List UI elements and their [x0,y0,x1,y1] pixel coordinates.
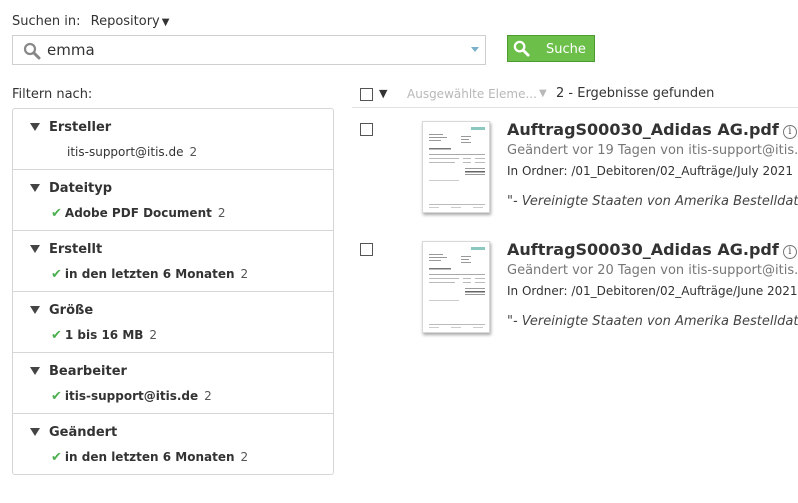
filter-option-count: 2 [240,267,249,281]
filter-group-title[interactable]: Erstellt [49,242,102,257]
filter-group-title[interactable]: Dateityp [49,181,112,196]
pdf-preview-icon [423,122,489,212]
filter-group-bearbeiter: Bearbeiter ✔ itis-support@itis.de 2 [13,353,333,414]
filter-group-erstellt: Erstellt ✔ in den letzten 6 Monaten 2 [13,231,333,292]
filter-option[interactable]: ✔ Adobe PDF Document 2 [51,206,226,221]
filter-group-ersteller: Ersteller itis-support@itis.de 2 [13,109,333,170]
filter-option[interactable]: ✔ in den letzten 6 Monaten 2 [51,450,248,465]
search-icon [513,40,530,57]
filter-panel: Ersteller itis-support@itis.de 2 Dateityp… [12,108,334,475]
result-title-text: AuftragS00030_Adidas AG.pdf [507,120,779,139]
filter-group-title[interactable]: Geändert [49,425,117,440]
triangle-down-icon[interactable] [30,428,40,436]
triangle-down-icon[interactable] [30,123,40,131]
result-item: AuftragS00030_Adidas AG.pdf i Geändert vo… [352,120,798,220]
checkmark-icon: ✔ [51,328,62,343]
search-button-label: Suche [546,42,586,57]
filter-option[interactable]: itis-support@itis.de 2 [67,145,197,159]
filter-option-count: 2 [204,389,212,403]
result-folder: In Ordner: /01_Debitoren/02_Aufträge/Jul… [507,164,794,178]
document-thumbnail[interactable] [422,121,490,213]
filter-option-label: itis-support@itis.de [64,389,199,403]
result-count: 2 - Ergebnisse gefunden [556,86,715,101]
filter-group-title[interactable]: Bearbeiter [49,364,127,379]
filter-option[interactable]: ✔ in den letzten 6 Monaten 2 [51,267,248,282]
filter-group-title[interactable]: Größe [49,303,93,318]
result-modified: Geändert vor 19 Tagen von itis-support@i… [507,143,798,158]
info-icon[interactable]: i [782,125,797,139]
checkmark-icon: ✔ [51,267,62,282]
results-toolbar: ▼ Ausgewählte Eleme... ▼ 2 - Ergebnisse … [352,86,798,108]
result-folder: In Ordner: /01_Debitoren/02_Aufträge/Jun… [507,284,798,298]
info-icon[interactable]: i [782,245,797,259]
filter-option-count: 2 [149,328,158,342]
search-scope: Suchen in: Repository ▼ [12,14,169,29]
selected-items-menu[interactable]: Ausgewählte Eleme... [407,87,537,101]
result-title[interactable]: AuftragS00030_Adidas AG.pdf i [507,240,797,259]
filter-option-count: 2 [217,206,226,220]
search-icon [23,42,41,60]
filter-option-count: 2 [189,145,198,159]
checkmark-icon: ✔ [51,206,62,221]
triangle-down-icon[interactable] [30,184,40,192]
filter-group-geaendert: Geändert ✔ in den letzten 6 Monaten 2 [13,414,333,475]
search-button[interactable]: Suche [507,35,595,62]
document-thumbnail[interactable] [422,241,490,333]
result-snippet: "- Vereinigte Staaten von Amerika Bestel… [507,194,798,209]
select-all-checkbox[interactable] [360,88,373,101]
filter-option[interactable]: ✔ itis-support@itis.de 2 [51,389,212,404]
filter-option-label: Adobe PDF Document [64,206,212,220]
filter-option-count: 2 [240,450,249,464]
chevron-down-icon[interactable]: ▼ [539,88,547,99]
result-snippet: "- Vereinigte Staaten von Amerika Bestel… [507,314,798,329]
chevron-down-icon[interactable]: ▼ [379,87,387,100]
result-title[interactable]: AuftragS00030_Adidas AG.pdf i [507,120,797,139]
search-field[interactable] [12,35,486,65]
triangle-down-icon[interactable] [30,367,40,375]
filter-group-groesse: Größe ✔ 1 bis 16 MB 2 [13,292,333,353]
filter-option-label: 1 bis 16 MB [64,328,144,342]
filter-group-title[interactable]: Ersteller [49,120,111,135]
triangle-down-icon[interactable] [30,245,40,253]
search-history-dropdown-icon[interactable] [471,47,479,52]
result-item: AuftragS00030_Adidas AG.pdf i Geändert vo… [352,240,798,340]
result-checkbox[interactable] [360,243,373,256]
checkmark-icon: ✔ [51,389,62,404]
pdf-preview-icon [423,242,489,332]
result-title-text: AuftragS00030_Adidas AG.pdf [507,240,779,259]
scope-dropdown[interactable]: Repository ▼ [91,14,170,29]
filter-option[interactable]: ✔ 1 bis 16 MB 2 [51,328,157,343]
checkmark-icon: ✔ [51,450,62,465]
filter-option-label: in den letzten 6 Monaten [64,267,235,281]
filter-option-label: itis-support@itis.de [67,145,184,159]
filter-heading: Filtern nach: [12,87,93,102]
search-input[interactable] [47,39,467,61]
filter-group-dateityp: Dateityp ✔ Adobe PDF Document 2 [13,170,333,231]
scope-label: Suchen in: [12,14,81,29]
result-checkbox[interactable] [360,123,373,136]
filter-option-label: in den letzten 6 Monaten [64,450,235,464]
result-modified: Geändert vor 20 Tagen von itis-support@i… [507,263,798,278]
scope-value: Repository [90,14,160,29]
chevron-down-icon: ▼ [161,17,170,28]
triangle-down-icon[interactable] [30,306,40,314]
